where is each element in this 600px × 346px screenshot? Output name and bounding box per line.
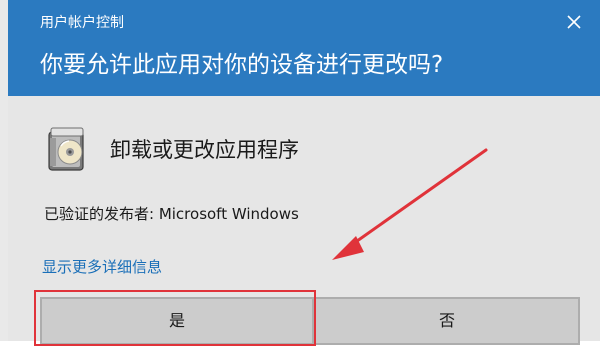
yes-button[interactable]: 是 <box>40 297 314 345</box>
programs-installer-icon <box>48 124 88 172</box>
dialog-header: 用户帐户控制 你要允许此应用对你的设备进行更改吗? <box>8 0 600 96</box>
uac-dialog: 用户帐户控制 你要允许此应用对你的设备进行更改吗? 卸载或更改应用程序 已验证的… <box>8 0 600 346</box>
dialog-title: 用户帐户控制 <box>40 15 124 31</box>
no-button[interactable]: 否 <box>314 297 580 345</box>
close-icon <box>567 15 581 29</box>
screenshot-frame: 用户帐户控制 你要允许此应用对你的设备进行更改吗? 卸载或更改应用程序 已验证的… <box>0 0 600 346</box>
dialog-question: 你要允许此应用对你的设备进行更改吗? <box>40 52 444 78</box>
show-more-details-link[interactable]: 显示更多详细信息 <box>42 256 162 278</box>
close-button[interactable] <box>560 8 588 36</box>
app-name: 卸载或更改应用程序 <box>110 138 299 162</box>
publisher-label: 已验证的发布者: Microsoft Windows <box>44 205 299 223</box>
